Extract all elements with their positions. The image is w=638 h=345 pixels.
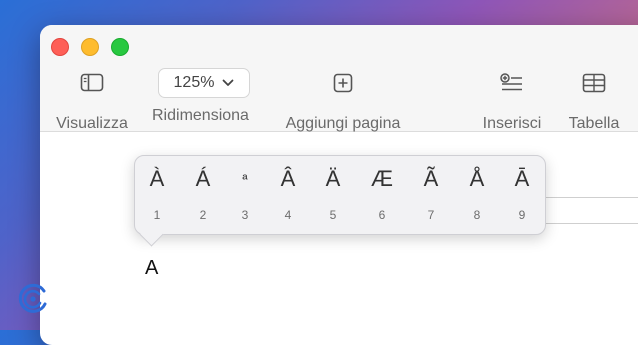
accent-glyph: Ã xyxy=(423,166,439,191)
table-button[interactable]: Tabella xyxy=(560,69,628,133)
table-icon xyxy=(560,69,628,97)
insert-label: Inserisci xyxy=(482,115,542,132)
accent-shortcut-number: 3 xyxy=(241,208,249,222)
add-page-icon xyxy=(278,69,408,97)
close-window-button[interactable] xyxy=(51,38,69,56)
document-guide-line xyxy=(545,197,638,198)
accent-glyph: ª xyxy=(242,171,248,187)
accent-option-6[interactable]: Æ 6 xyxy=(362,164,402,222)
accent-shortcut-number: 9 xyxy=(518,208,526,222)
accent-option-2[interactable]: Á 2 xyxy=(183,164,223,222)
accent-shortcut-number: 8 xyxy=(473,208,481,222)
accent-glyph: Å xyxy=(469,166,485,191)
accent-shortcut-number: 1 xyxy=(153,208,161,222)
accent-glyph: Æ xyxy=(371,166,393,191)
zoom-label: Ridimensiona xyxy=(152,107,249,124)
accent-picker-popover: À 1 Á 2 ª 3 Â 4 Ä 5 Æ 6 Ã 7 Å 8 Ā 9 xyxy=(134,155,546,247)
view-button[interactable]: Visualizza xyxy=(52,69,132,133)
minimize-window-button[interactable] xyxy=(81,38,99,56)
accent-shortcut-number: 4 xyxy=(284,208,292,222)
toolbar: Visualizza 125% Ridimensiona Aggiungi pa… xyxy=(40,25,638,132)
chevron-down-icon xyxy=(222,74,234,92)
accent-option-5[interactable]: Ä 5 xyxy=(313,164,353,222)
accent-option-1[interactable]: À 1 xyxy=(137,164,177,222)
accent-option-3[interactable]: ª 3 xyxy=(225,164,265,222)
view-label: Visualizza xyxy=(56,115,128,132)
table-label: Tabella xyxy=(568,115,620,132)
sidebar-icon xyxy=(52,69,132,97)
document-guide-line xyxy=(545,223,638,224)
accent-glyph: Á xyxy=(195,166,211,191)
insert-button[interactable]: Inserisci xyxy=(476,69,548,133)
add-page-button[interactable]: Aggiungi pagina xyxy=(278,69,408,133)
accent-shortcut-number: 7 xyxy=(427,208,435,222)
maximize-window-button[interactable] xyxy=(111,38,129,56)
add-page-label: Aggiungi pagina xyxy=(285,115,401,132)
insert-icon xyxy=(476,69,548,97)
accent-shortcut-number: 2 xyxy=(199,208,207,222)
zoom-dropdown[interactable]: 125% xyxy=(158,68,250,98)
typed-character: A xyxy=(145,257,159,279)
accent-option-9[interactable]: Ā 9 xyxy=(502,164,542,222)
accent-option-4[interactable]: Â 4 xyxy=(268,164,308,222)
accent-shortcut-number: 6 xyxy=(378,208,386,222)
brand-logo-icon xyxy=(16,282,50,316)
accent-glyph: Ā xyxy=(514,166,530,191)
accent-glyph: À xyxy=(149,166,165,191)
accent-option-7[interactable]: Ã 7 xyxy=(411,164,451,222)
accent-shortcut-number: 5 xyxy=(329,208,337,222)
accent-glyph: Â xyxy=(280,166,296,191)
accent-option-8[interactable]: Å 8 xyxy=(457,164,497,222)
accent-glyph: Ä xyxy=(325,166,341,191)
zoom-value: 125% xyxy=(173,74,215,91)
